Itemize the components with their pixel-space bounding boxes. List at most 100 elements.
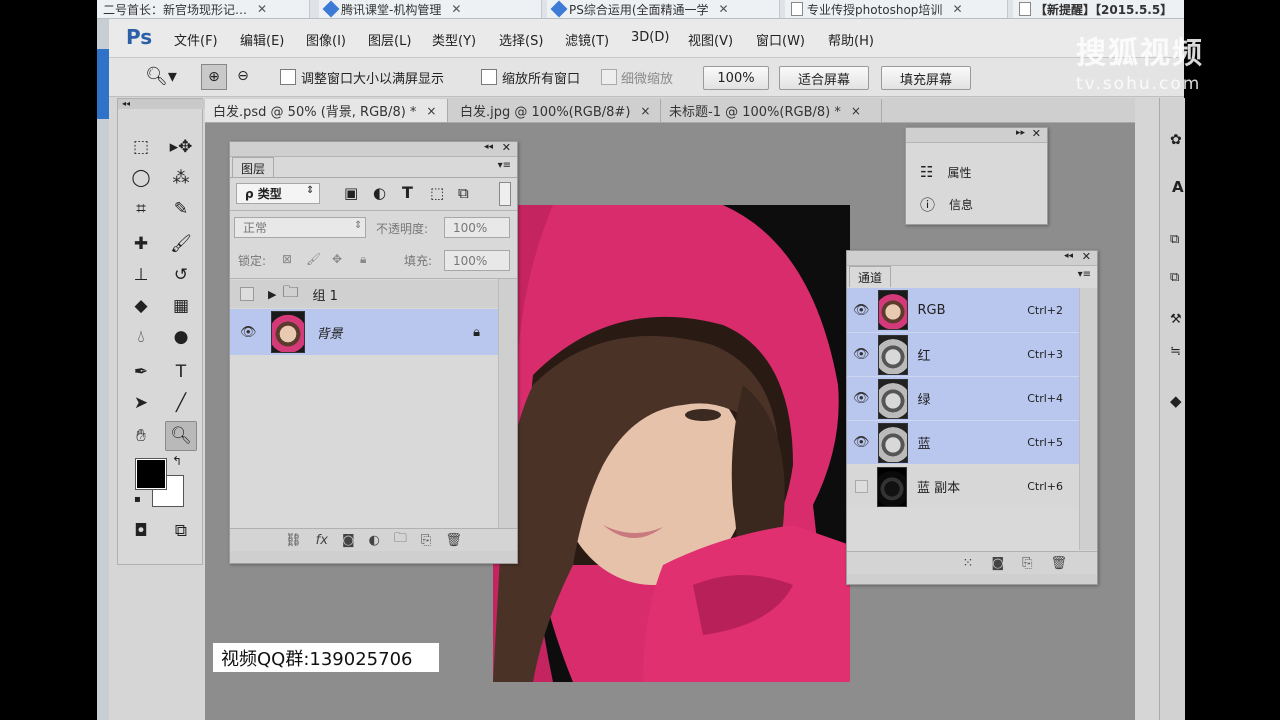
panel-dock-icon[interactable]: ⧉ <box>1170 232 1179 247</box>
menu-layer[interactable]: 图层(L) <box>368 30 411 49</box>
menu-filter[interactable]: 滤镜(T) <box>565 30 609 49</box>
save-selection-icon[interactable]: ◙ <box>991 556 1004 571</box>
new-layer-icon[interactable]: ⎘ <box>421 533 431 548</box>
quick-mask-icon[interactable]: ◘ <box>126 517 156 545</box>
panel-menu-icon[interactable]: ▾≡ <box>1078 269 1091 280</box>
marquee-tool-icon[interactable]: ⬚ <box>126 133 156 161</box>
close-icon[interactable]: ✕ <box>257 2 267 16</box>
trash-icon[interactable]: 🗑︎ <box>445 533 462 548</box>
brush-tool-icon[interactable]: 🖌︎ <box>166 230 196 258</box>
channel-row-blue[interactable]: 👁︎ 蓝 Ctrl+5 <box>847 421 1079 464</box>
screen-mode-icon[interactable]: ⧉ <box>166 517 196 545</box>
panel-title-bar[interactable]: ◂◂ ✕ <box>847 250 1097 266</box>
fx-icon[interactable]: fx <box>316 533 328 548</box>
menu-file[interactable]: 文件(F) <box>174 30 218 49</box>
zoom-out-icon[interactable]: ⊖ <box>231 64 255 88</box>
resize-grip[interactable] <box>847 574 1097 584</box>
doc-tab[interactable]: 白发.psd @ 50% (背景, RGB/8) * × <box>205 99 448 122</box>
filter-type-icon[interactable]: T <box>402 183 413 202</box>
close-icon[interactable]: × <box>851 104 861 118</box>
menu-help[interactable]: 帮助(H) <box>828 30 874 49</box>
doc-tab[interactable]: 未标题-1 @ 100%(RGB/8) * × <box>661 99 882 122</box>
eyedropper-icon[interactable]: ✎ <box>166 195 196 223</box>
healing-brush-icon[interactable]: ✚ <box>126 230 156 258</box>
doc-tab[interactable]: 白发.jpg @ 100%(RGB/8#) × <box>452 99 661 122</box>
filter-adjustment-icon[interactable]: ◐ <box>373 184 386 202</box>
crop-tool-icon[interactable]: ⌗ <box>126 195 156 223</box>
opacity-input[interactable]: 100% <box>444 217 510 238</box>
zoom-tool-preset-icon[interactable]: 🔍︎▾ <box>145 66 177 87</box>
pen-tool-icon[interactable]: ✒ <box>126 358 156 386</box>
channel-row-blue-copy[interactable]: 蓝 副本 Ctrl+6 <box>847 465 1079 508</box>
panel-dock-icon[interactable]: ✿ <box>1170 132 1182 148</box>
menu-3d[interactable]: 3D(D) <box>631 30 669 45</box>
layers-scrollbar[interactable] <box>498 279 517 531</box>
character-panel-icon[interactable]: A <box>1172 178 1184 196</box>
load-selection-icon[interactable]: ⁙ <box>963 556 974 571</box>
menu-view[interactable]: 视图(V) <box>688 30 733 49</box>
browser-tab[interactable]: 二号首长：新官场现形记… ✕ <box>97 0 310 18</box>
magic-wand-icon[interactable]: ⁂ <box>166 164 196 192</box>
menu-select[interactable]: 选择(S) <box>499 30 543 49</box>
browser-tab[interactable]: 【新提醒】【2015.5.5】 <box>1013 0 1184 18</box>
lock-position-icon[interactable]: ✥ <box>332 252 342 266</box>
type-tool-icon[interactable]: T <box>166 358 196 386</box>
3d-panel-icon[interactable]: ◆ <box>1170 392 1182 410</box>
menu-image[interactable]: 图像(I) <box>306 30 346 49</box>
clone-stamp-icon[interactable]: ⊥ <box>126 261 156 289</box>
lock-transparent-icon[interactable]: ⊠ <box>282 252 292 266</box>
blur-tool-icon[interactable]: 💧︎ <box>126 323 156 351</box>
browser-tab[interactable]: PS综合运用(全面精通一学 ✕ <box>547 0 780 18</box>
close-icon[interactable]: ✕ <box>952 2 962 16</box>
lasso-tool-icon[interactable]: ◯ <box>126 164 156 192</box>
menu-window[interactable]: 窗口(W) <box>756 30 805 49</box>
collapse-icon[interactable]: ◂◂ <box>118 99 206 109</box>
panel-title-bar[interactable]: ◂◂ ✕ <box>230 141 517 157</box>
layer-row-background[interactable]: 👁︎ 背景 🔒︎ <box>230 309 498 355</box>
close-icon[interactable]: × <box>640 104 650 118</box>
close-icon[interactable]: ✕ <box>1032 127 1041 140</box>
expand-icon[interactable]: ▸▸ <box>1016 128 1025 138</box>
hand-tool-icon[interactable]: ✋︎ <box>126 422 156 450</box>
gradient-tool-icon[interactable]: ▦ <box>166 292 196 320</box>
panel-dock-icon[interactable]: ≒ <box>1170 344 1181 359</box>
zoom-in-icon[interactable]: ⊕ <box>201 64 227 90</box>
resize-window-checkbox[interactable] <box>280 69 296 85</box>
resize-grip[interactable] <box>230 551 517 563</box>
link-layers-icon[interactable]: ⛓ <box>285 533 302 548</box>
eye-icon[interactable]: 👁︎ <box>853 435 870 450</box>
panel-dock-icon[interactable]: ⚒ <box>1170 312 1182 327</box>
eraser-tool-icon[interactable]: ◆ <box>126 292 156 320</box>
filter-shape-icon[interactable]: ⬚ <box>430 184 444 202</box>
dodge-tool-icon[interactable]: ● <box>166 323 196 351</box>
scrubby-zoom-checkbox[interactable] <box>601 69 617 85</box>
visibility-toggle[interactable] <box>855 480 868 493</box>
panel-menu-icon[interactable]: ▾≡ <box>498 160 511 171</box>
close-icon[interactable]: ✕ <box>502 141 511 154</box>
new-group-icon[interactable]: 🗀 <box>394 529 407 551</box>
zoom-all-checkbox[interactable] <box>481 69 497 85</box>
history-brush-icon[interactable]: ↺ <box>166 261 196 289</box>
eye-icon[interactable]: 👁︎ <box>853 303 870 318</box>
info-item[interactable]: ⓘ 信息 <box>906 192 1047 216</box>
eye-icon[interactable]: 👁︎ <box>853 391 870 406</box>
default-colors-icon[interactable]: ▪ <box>134 494 141 505</box>
fill-input[interactable]: 100% <box>444 250 510 271</box>
filter-pixel-icon[interactable]: ▣ <box>344 184 358 202</box>
swap-colors-icon[interactable]: ↰ <box>172 454 182 468</box>
browser-tab[interactable]: 腾讯课堂-机构管理 ✕ <box>319 0 542 18</box>
collapse-icon[interactable]: ◂◂ <box>484 142 493 152</box>
document-photo[interactable] <box>493 205 850 682</box>
close-icon[interactable]: × <box>426 104 436 118</box>
add-mask-icon[interactable]: ◙ <box>342 533 355 548</box>
zoom-value-button[interactable]: 100% <box>703 66 769 90</box>
tab-layers[interactable]: 图层 <box>232 157 275 178</box>
eye-icon[interactable]: 👁︎ <box>240 325 257 340</box>
panel-dock-icon[interactable]: ⧉ <box>1170 270 1179 285</box>
fill-screen-button[interactable]: 填充屏幕 <box>881 66 971 90</box>
blend-mode-select[interactable]: 正常 <box>234 217 366 238</box>
zoom-tool-icon[interactable]: 🔍︎ <box>165 421 197 451</box>
fit-screen-button[interactable]: 适合屏幕 <box>779 66 869 90</box>
filter-toggle[interactable] <box>499 182 511 206</box>
channel-row-rgb[interactable]: 👁︎ RGB Ctrl+2 <box>847 288 1079 333</box>
